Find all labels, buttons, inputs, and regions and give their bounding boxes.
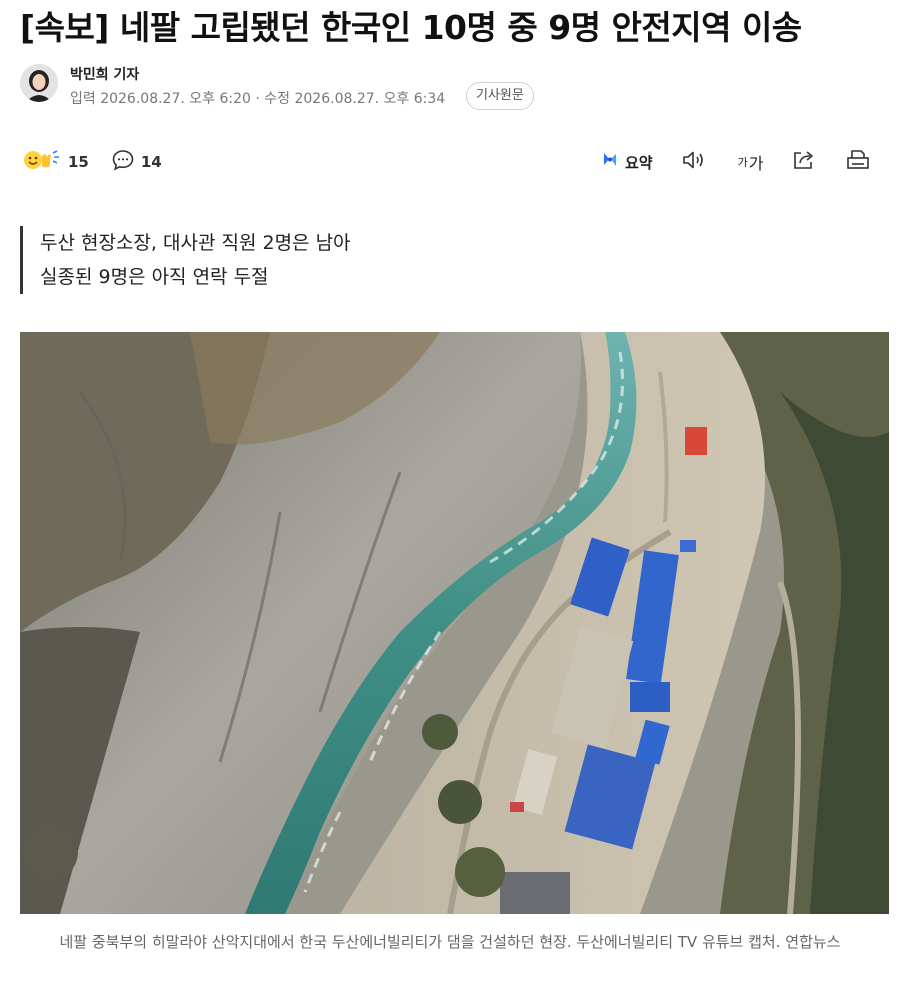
- published-date: 입력 2026.08.27. 오후 6:20: [70, 91, 251, 107]
- reporter-name[interactable]: 박민희 기자: [70, 64, 139, 84]
- share-button[interactable]: [789, 148, 819, 176]
- comment-count: 14: [140, 153, 162, 171]
- audio-button[interactable]: [679, 148, 709, 176]
- comment-button[interactable]: 14: [111, 148, 162, 176]
- print-icon: [845, 148, 871, 176]
- date-separator: ·: [250, 91, 265, 107]
- article-headline: [속보] 네팔 고립됐던 한국인 10명 중 9명 안전지역 이송: [20, 8, 802, 47]
- original-article-button[interactable]: 기사원문: [466, 82, 534, 110]
- subhead-line: 실종된 9명은 아직 연락 두절: [40, 266, 269, 288]
- reaction-count: 15: [68, 153, 89, 171]
- share-icon: [791, 148, 817, 176]
- font-size-large-label: 가: [748, 154, 764, 173]
- updated-date: 수정 2026.08.27. 오후 6:34: [264, 91, 446, 107]
- font-size-small-label: 가: [737, 156, 748, 169]
- comment-bubble-icon: [111, 148, 141, 176]
- article-dates: 입력 2026.08.27. 오후 6:20 · 수정 2026.08.27. …: [70, 88, 445, 108]
- font-size-button[interactable]: 가가: [733, 148, 769, 176]
- reporter-avatar[interactable]: [20, 64, 58, 102]
- subhead-line: 두산 현장소장, 대사관 직원 2명은 남아: [40, 232, 351, 254]
- article-tools: 요약 가가: [600, 148, 873, 176]
- speaker-icon: [680, 148, 708, 176]
- print-button[interactable]: [843, 148, 873, 176]
- summary-label: 요약: [625, 153, 653, 172]
- summary-button[interactable]: 요약: [600, 150, 653, 174]
- ai-summary-icon: [600, 150, 625, 174]
- photo-caption: 네팔 중북부의 히말라야 산악지대에서 한국 두산에너빌리티가 댐을 건설하던 …: [59, 933, 841, 951]
- reaction-emoji-icon: [22, 148, 68, 176]
- reaction-toolbar: 15 14: [22, 148, 184, 176]
- article-subhead: 두산 현장소장, 대사관 직원 2명은 남아 실종된 9명은 아직 연락 두절: [20, 226, 351, 294]
- reaction-button[interactable]: 15: [22, 148, 89, 176]
- article-photo: [20, 332, 889, 914]
